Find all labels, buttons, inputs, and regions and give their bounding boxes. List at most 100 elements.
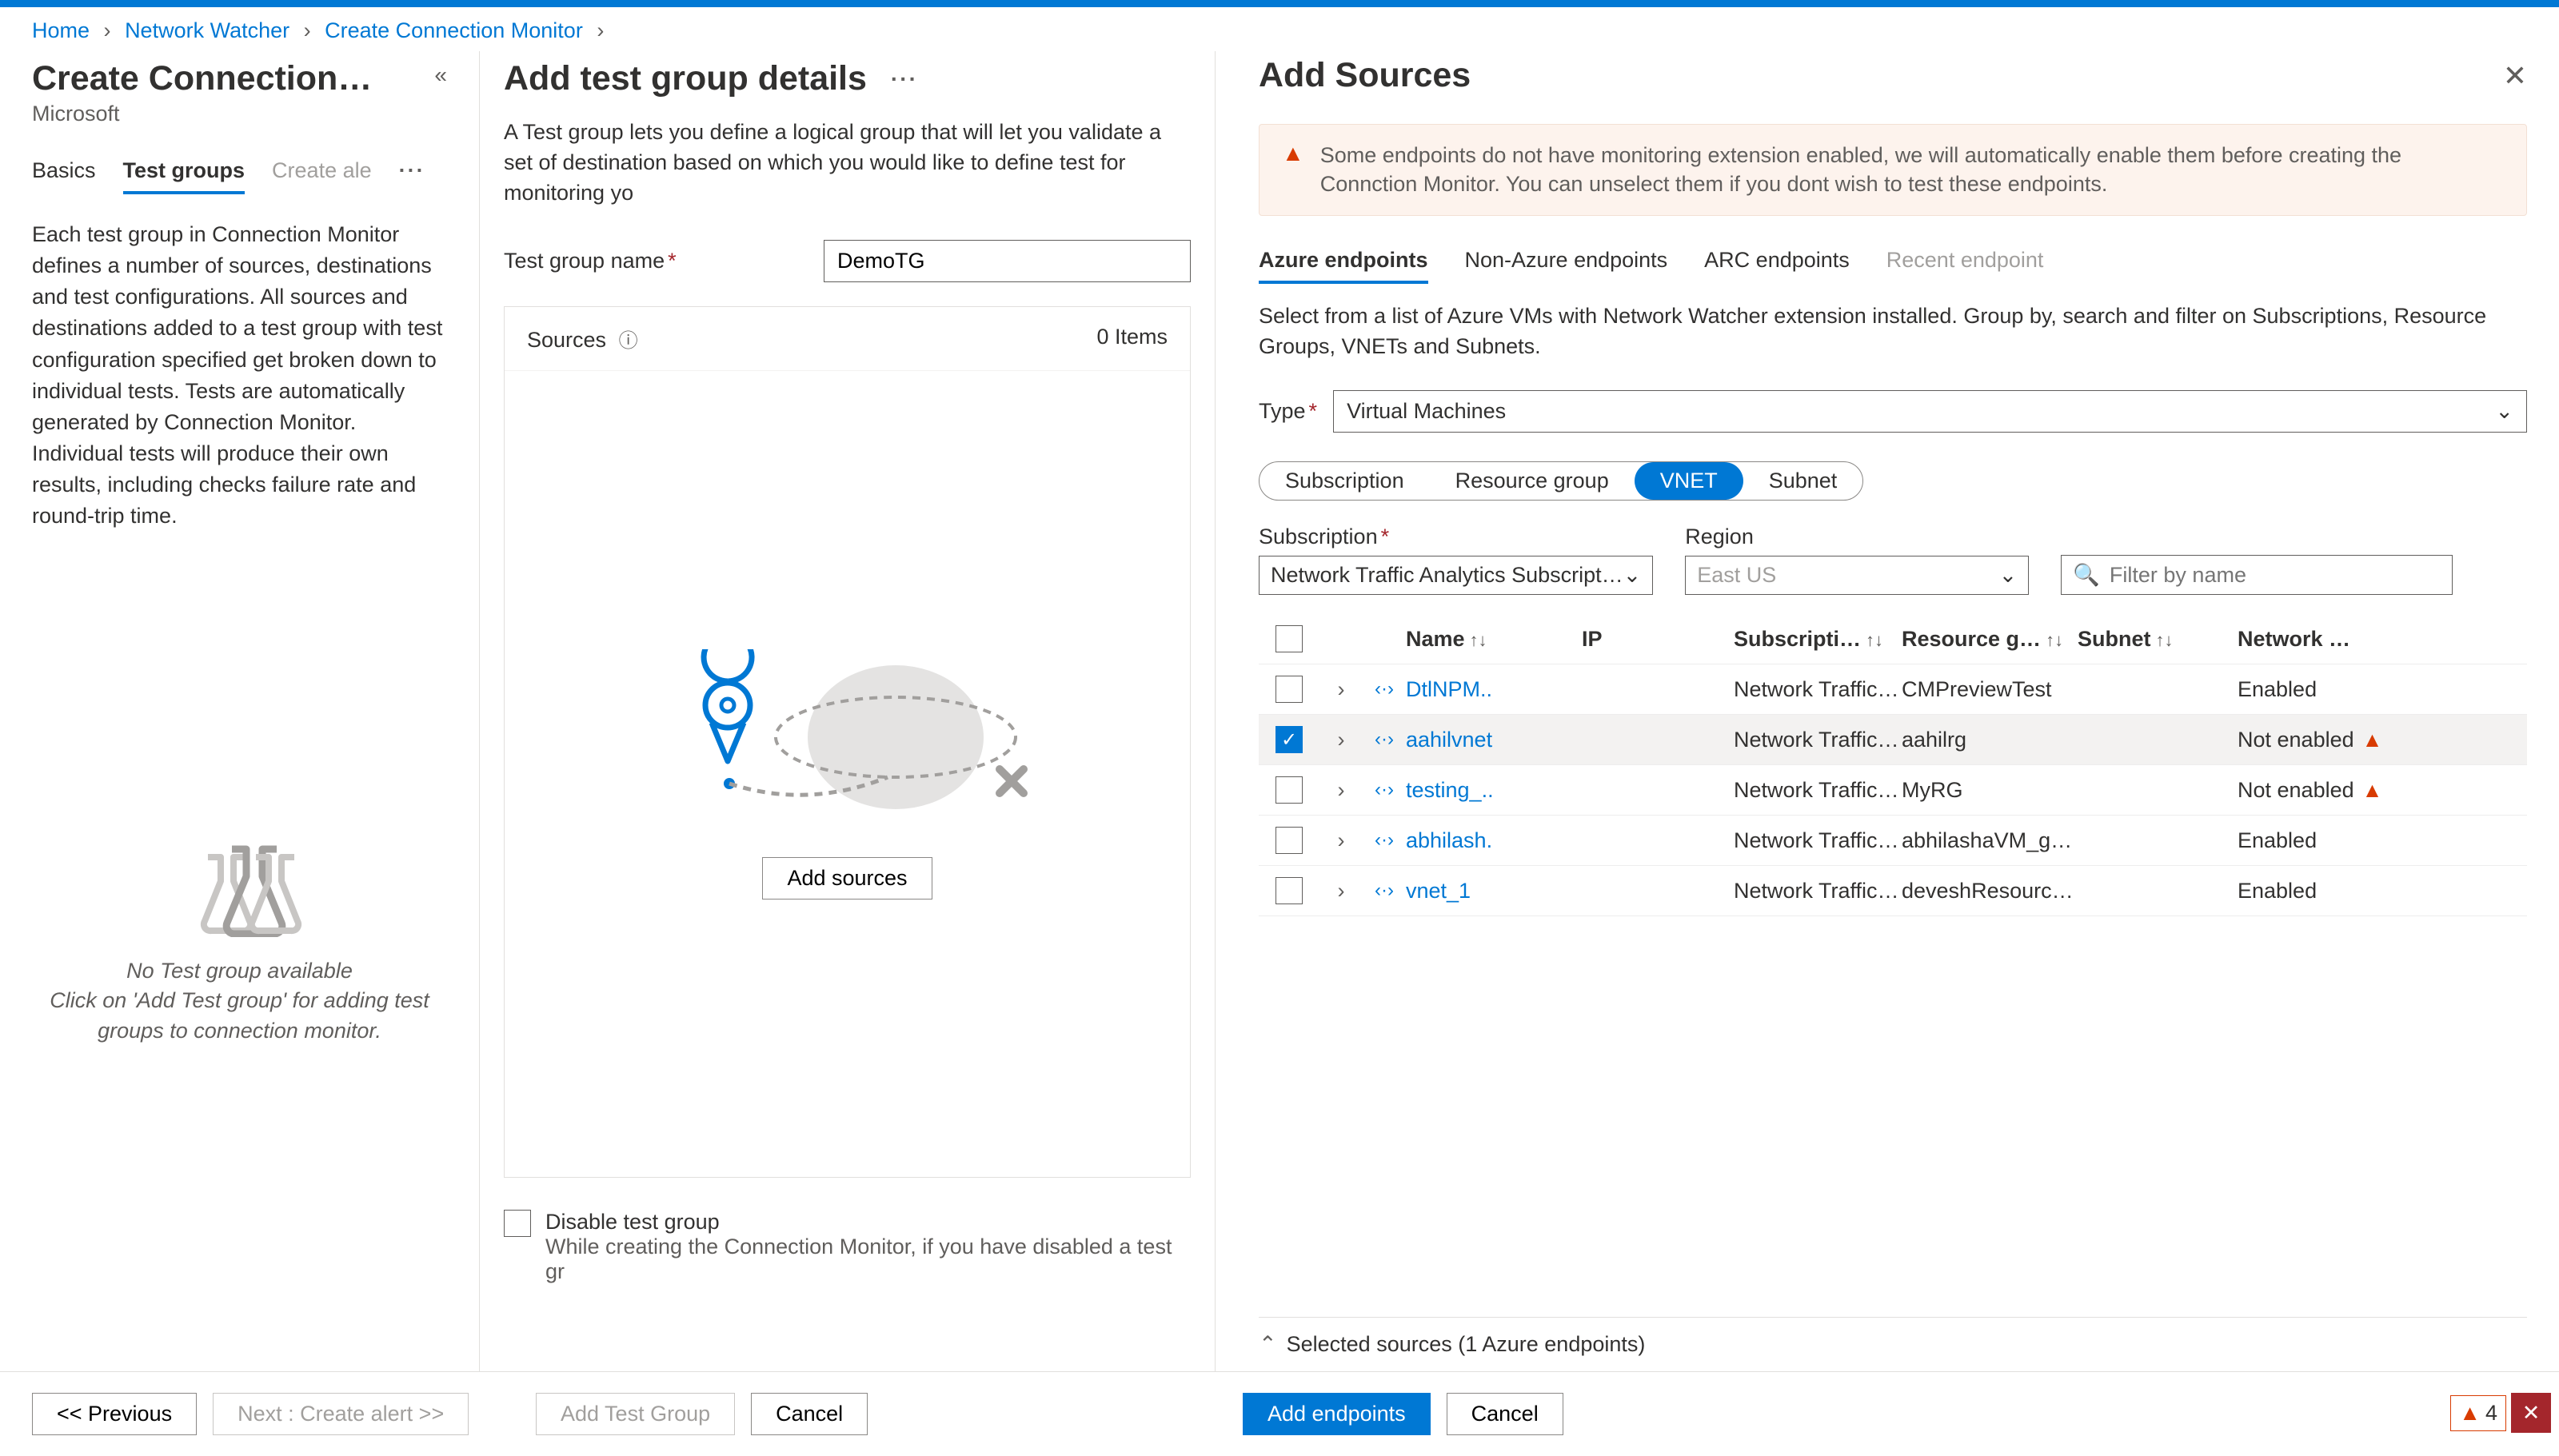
chevron-icon: › xyxy=(104,18,111,42)
warning-icon: ▲ xyxy=(2459,1401,2481,1426)
row-name-link[interactable]: abhilash. xyxy=(1406,828,1492,852)
col-subscription[interactable]: Subscripti…↑↓ xyxy=(1734,627,1902,652)
page-title: Create Connection… xyxy=(32,51,372,98)
sources-count: 0 Items xyxy=(1096,325,1168,353)
row-resource-group: aahilrg xyxy=(1902,728,2078,752)
disable-tg-checkbox[interactable] xyxy=(504,1210,531,1237)
row-name-link[interactable]: aahilvnet xyxy=(1406,728,1492,752)
next-button[interactable]: Next : Create alert >> xyxy=(213,1393,469,1435)
row-subscription: Network Traffic… xyxy=(1734,879,1902,904)
add-test-group-button[interactable]: Add Test Group xyxy=(536,1393,735,1435)
disable-sub: While creating the Connection Monitor, i… xyxy=(545,1235,1191,1284)
row-checkbox[interactable]: ✓ xyxy=(1276,726,1303,753)
tab-create-alert[interactable]: Create ale xyxy=(272,158,372,194)
add-sources-button[interactable]: Add sources xyxy=(762,857,932,900)
row-subscription: Network Traffic… xyxy=(1734,728,1902,752)
collapse-icon[interactable]: « xyxy=(434,62,447,88)
subscription-select[interactable]: Network Traffic Analytics Subscript…⌄ xyxy=(1259,556,1653,595)
tab-basics[interactable]: Basics xyxy=(32,158,96,194)
table-row[interactable]: ›‹·›abhilash.Network Traffic…abhilashaVM… xyxy=(1259,815,2527,865)
select-all-checkbox[interactable] xyxy=(1276,625,1303,652)
tg-name-label: Test group name* xyxy=(504,249,808,273)
vnet-icon: ‹·› xyxy=(1375,728,1394,751)
region-select[interactable]: East US⌄ xyxy=(1685,556,2029,595)
close-icon[interactable]: ✕ xyxy=(2503,59,2527,93)
right-title: Add Sources xyxy=(1259,56,1471,95)
row-checkbox[interactable] xyxy=(1276,827,1303,854)
row-name-link[interactable]: testing_.. xyxy=(1406,778,1494,802)
pill-subscription[interactable]: Subscription xyxy=(1260,462,1430,500)
expand-icon[interactable]: › xyxy=(1319,677,1363,702)
row-checkbox[interactable] xyxy=(1276,676,1303,703)
tab-non-azure-endpoints[interactable]: Non-Azure endpoints xyxy=(1465,248,1668,284)
mid-description: A Test group lets you define a logical g… xyxy=(504,118,1191,208)
row-resource-group: CMPreviewTest xyxy=(1902,677,2078,702)
row-name-link[interactable]: DtlNPM.. xyxy=(1406,677,1492,701)
row-name-link[interactable]: vnet_1 xyxy=(1406,879,1471,903)
pill-resource-group[interactable]: Resource group xyxy=(1430,462,1635,500)
error-badge[interactable]: ✕ xyxy=(2511,1393,2551,1433)
tg-name-input[interactable] xyxy=(824,240,1191,282)
breadcrumb-home[interactable]: Home xyxy=(32,18,90,42)
add-endpoints-button[interactable]: Add endpoints xyxy=(1243,1393,1431,1435)
row-subscription: Network Traffic… xyxy=(1734,828,1902,853)
subscription-label: Subscription* xyxy=(1259,525,1653,549)
col-resource-group[interactable]: Resource g…↑↓ xyxy=(1902,627,2078,652)
vnet-icon: ‹·› xyxy=(1375,829,1394,852)
pill-vnet[interactable]: VNET xyxy=(1635,462,1743,500)
tab-test-groups[interactable]: Test groups xyxy=(123,158,246,194)
tab-azure-endpoints[interactable]: Azure endpoints xyxy=(1259,248,1428,284)
chevron-down-icon: ⌄ xyxy=(2495,399,2513,424)
chevron-down-icon: ⌄ xyxy=(1999,563,2018,588)
expand-icon[interactable]: › xyxy=(1319,778,1363,803)
sort-icon: ↑↓ xyxy=(2046,630,2063,650)
row-resource-group: MyRG xyxy=(1902,778,2078,803)
row-checkbox[interactable] xyxy=(1276,776,1303,804)
filter-input[interactable] xyxy=(2110,563,2441,588)
table-row[interactable]: ›‹·›vnet_1Network Traffic…deveshResourc…… xyxy=(1259,865,2527,916)
cancel-button[interactable]: Cancel xyxy=(751,1393,868,1435)
table-row[interactable]: ›‹·›testing_..Network Traffic…MyRGNot en… xyxy=(1259,764,2527,815)
tab-arc-endpoints[interactable]: ARC endpoints xyxy=(1704,248,1850,284)
ep-description: Select from a list of Azure VMs with Net… xyxy=(1259,301,2527,362)
chevron-up-icon[interactable]: ⌃ xyxy=(1259,1332,1277,1357)
cancel-endpoints-button[interactable]: Cancel xyxy=(1447,1393,1563,1435)
breadcrumb-nw[interactable]: Network Watcher xyxy=(125,18,289,42)
chevron-down-icon: ⌄ xyxy=(1623,563,1642,588)
search-icon: 🔍 xyxy=(2073,562,2100,588)
previous-button[interactable]: << Previous xyxy=(32,1393,197,1435)
expand-icon[interactable]: › xyxy=(1319,879,1363,904)
type-label: Type* xyxy=(1259,399,1317,424)
groupby-pills: Subscription Resource group VNET Subnet xyxy=(1259,461,1863,501)
row-subscription: Network Traffic… xyxy=(1734,677,1902,702)
more-icon[interactable]: ··· xyxy=(891,66,918,92)
table-row[interactable]: › ‹·› DtlNPM.. Network Traffic…CMPreviewTes… xyxy=(1259,664,2527,714)
mid-title: Add test group details xyxy=(504,59,867,98)
row-network: Enabled xyxy=(2238,879,2397,904)
subtitle: Microsoft xyxy=(32,102,447,126)
col-ip[interactable]: IP xyxy=(1582,627,1734,652)
globe-pin-icon xyxy=(664,649,1032,825)
pill-subnet[interactable]: Subnet xyxy=(1743,462,1863,500)
empty-title: No Test group available xyxy=(32,956,447,987)
col-network[interactable]: Network … xyxy=(2238,627,2397,652)
tab-recent-endpoint[interactable]: Recent endpoint xyxy=(1886,248,2044,284)
expand-icon[interactable]: › xyxy=(1319,828,1363,853)
chevron-icon: › xyxy=(304,18,311,42)
warning-icon: ▲ xyxy=(2362,778,2383,802)
warning-icon: ▲ xyxy=(2362,728,2383,752)
row-subscription: Network Traffic… xyxy=(1734,778,1902,803)
breadcrumb-ccm[interactable]: Create Connection Monitor xyxy=(325,18,583,42)
vnet-icon: ‹·› xyxy=(1375,678,1394,700)
col-subnet[interactable]: Subnet↑↓ xyxy=(2078,627,2238,652)
info-icon[interactable]: ⓘ xyxy=(619,330,638,352)
row-checkbox[interactable] xyxy=(1276,877,1303,904)
row-network: Not enabled▲ xyxy=(2238,728,2397,752)
warnings-badge[interactable]: ▲ 4 xyxy=(2450,1395,2506,1431)
filter-search[interactable]: 🔍 xyxy=(2061,555,2453,595)
expand-icon[interactable]: › xyxy=(1319,728,1363,752)
col-name[interactable]: Name↑↓ xyxy=(1406,627,1582,652)
table-row[interactable]: ✓ › ‹·› aahilvnet Network Traffic…aahilrg Not… xyxy=(1259,714,2527,764)
more-icon[interactable]: ··· xyxy=(399,158,425,194)
type-select[interactable]: Virtual Machines ⌄ xyxy=(1333,390,2527,433)
